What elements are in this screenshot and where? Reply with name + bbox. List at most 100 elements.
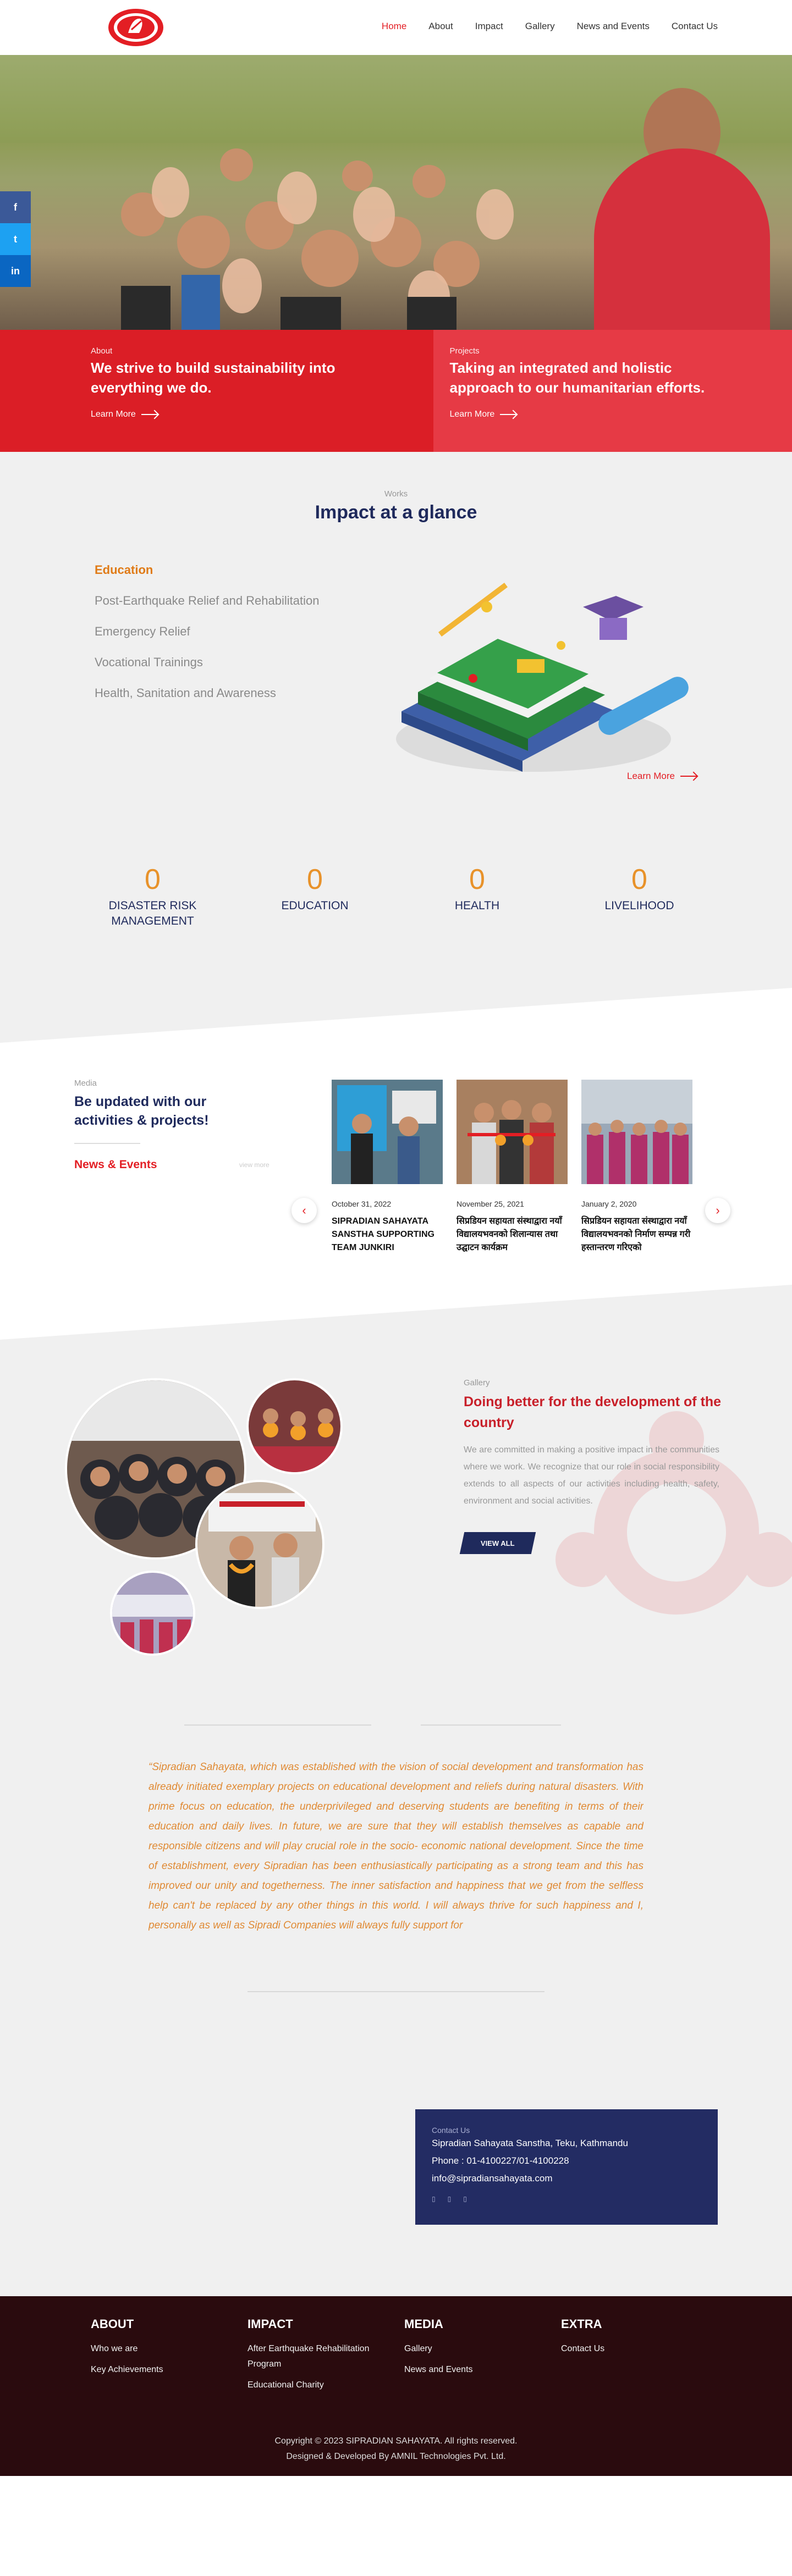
- footer-link[interactable]: Who we are: [91, 2341, 163, 2357]
- hero-man-shirt: [594, 148, 770, 330]
- impact-item-earthquake[interactable]: Post-Earthquake Relief and Rehabilitatio…: [95, 594, 319, 608]
- stat-caption: EDUCATION: [281, 899, 349, 912]
- impact-label: Works: [384, 489, 408, 499]
- gallery-section: Gallery Doing better for the development…: [0, 1340, 792, 1713]
- gallery-photo-4[interactable]: [110, 1571, 195, 1656]
- view-all-label: VIEW ALL: [481, 1539, 515, 1547]
- stat-caption: HEALTH: [454, 899, 500, 912]
- news-card-title: SIPRADIAN SAHAYATA SANSTHA SUPPORTING TE…: [332, 1217, 435, 1252]
- stat-caption: DISASTER RISK MANAGEMENT: [108, 899, 197, 927]
- divider: [421, 1724, 561, 1726]
- media-section: Media Be updated with our activities & p…: [0, 1043, 792, 1340]
- nav-impact[interactable]: Impact: [475, 21, 503, 32]
- about-card-label: About: [91, 346, 113, 356]
- education-illustration: [396, 583, 689, 772]
- gallery-photo-3[interactable]: [195, 1480, 324, 1609]
- news-card-title: सिप्रडियन सहायता संस्थाद्वारा नयाँ विद्य…: [581, 1217, 691, 1252]
- footer-link[interactable]: Educational Charity: [248, 2378, 374, 2393]
- nav-home[interactable]: Home: [382, 21, 406, 32]
- footer-heading: ABOUT: [91, 2317, 134, 2331]
- gallery-photo-2[interactable]: [246, 1378, 343, 1474]
- view-all-button[interactable]: VIEW ALL: [459, 1532, 536, 1554]
- footer-col-extra: EXTRA Contact Us: [561, 2317, 604, 2362]
- intro-cards: About We strive to build sustainability …: [0, 330, 792, 452]
- site-header: Home About Impact Gallery News and Event…: [0, 0, 792, 55]
- gallery-title: Doing better for the development of the …: [464, 1394, 722, 1430]
- impact-item-vocational[interactable]: Vocational Trainings: [95, 655, 319, 670]
- footer-link[interactable]: Key Achievements: [91, 2362, 163, 2378]
- news-card-image: [457, 1080, 568, 1184]
- projects-card-label: Projects: [449, 346, 480, 356]
- footer-link[interactable]: Gallery: [404, 2341, 473, 2357]
- chevron-right-icon[interactable]: ›: [705, 1198, 730, 1223]
- news-events-heading: News & Events: [74, 1158, 157, 1171]
- news-card-date: October 31, 2022: [332, 1199, 392, 1208]
- projects-card-title: Taking an integrated and holistic approa…: [449, 360, 705, 396]
- gallery-label: Gallery: [464, 1378, 490, 1387]
- about-card: About We strive to build sustainability …: [0, 330, 433, 452]
- contact-email[interactable]: info@sipradiansahayata.com: [432, 2170, 701, 2187]
- impact-item-education[interactable]: Education: [95, 563, 319, 577]
- impact-item-health[interactable]: Health, Sanitation and Awareness: [95, 686, 319, 700]
- gallery-text: We are committed in making a positive im…: [464, 1445, 719, 1506]
- footer-link[interactable]: News and Events: [404, 2362, 473, 2378]
- section-divider: [0, 988, 792, 1043]
- footer-col-media: MEDIA Gallery News and Events: [404, 2317, 473, 2383]
- footer-link[interactable]: After Earthquake Rehabilitation Program: [248, 2341, 374, 2372]
- news-card-date: January 2, 2020: [581, 1199, 637, 1208]
- impact-list: Education Post-Earthquake Relief and Reh…: [95, 563, 319, 717]
- linkedin-icon[interactable]: in: [0, 255, 31, 287]
- impact-item-emergency[interactable]: Emergency Relief: [95, 624, 319, 639]
- stats-row: 0 DISASTER RISK MANAGEMENT 0 EDUCATION 0…: [72, 864, 721, 929]
- impact-learn-more-link[interactable]: Learn More: [627, 771, 697, 782]
- footer-heading: MEDIA: [404, 2317, 443, 2331]
- developer-credit: Designed & Developed By AMNIL Technologi…: [286, 2452, 506, 2461]
- chevron-left-icon[interactable]: ‹: [292, 1198, 317, 1223]
- copyright-text: Copyright © 2023 SIPRADIAN SAHAYATA. All…: [274, 2436, 518, 2446]
- twitter-icon[interactable]: ▯: [448, 2195, 452, 2203]
- copyright: Copyright © 2023 SIPRADIAN SAHAYATA. All…: [0, 2434, 792, 2464]
- projects-learn-more-link[interactable]: Learn More: [450, 410, 792, 419]
- nav-gallery[interactable]: Gallery: [525, 21, 555, 32]
- impact-title: Impact at a glance: [315, 502, 477, 523]
- view-more-link[interactable]: view more: [239, 1161, 270, 1169]
- news-card[interactable]: January 2, 2020 सिप्रडियन सहायता संस्थाद…: [581, 1080, 692, 1254]
- arrow-right-icon: [141, 414, 158, 415]
- news-card[interactable]: October 31, 2022 SIPRADIAN SAHAYATA SANS…: [332, 1080, 443, 1254]
- contact-social-icons: ▯ ▯ ▯: [432, 2195, 701, 2203]
- arrow-right-icon: [500, 414, 517, 415]
- facebook-icon[interactable]: f: [0, 191, 31, 223]
- quote-text: “Sipradian Sahayata, which was establish…: [148, 1761, 644, 1931]
- media-label: Media: [74, 1079, 97, 1088]
- stat-health: 0 HEALTH: [396, 864, 558, 929]
- hero-children-photo: [121, 148, 514, 330]
- footer-heading: EXTRA: [561, 2317, 602, 2331]
- nav-about[interactable]: About: [428, 21, 453, 32]
- nav-contact[interactable]: Contact Us: [672, 21, 718, 32]
- news-card[interactable]: November 25, 2021 सिप्रडियन सहायता संस्थ…: [457, 1080, 568, 1254]
- news-card-image: [332, 1080, 443, 1184]
- contact-section: Contact Us Sipradian Sahayata Sanstha, T…: [0, 2109, 792, 2296]
- linkedin-icon[interactable]: ▯: [463, 2195, 467, 2203]
- divider: [184, 1724, 371, 1726]
- facebook-icon[interactable]: ▯: [432, 2195, 436, 2203]
- about-learn-more-link[interactable]: Learn More: [91, 410, 433, 419]
- main-nav: Home About Impact Gallery News and Event…: [382, 21, 718, 32]
- stat-value: 0: [145, 864, 161, 895]
- impact-section: Works Impact at a glance Education Post-…: [0, 452, 792, 1043]
- social-sidebar: f t in: [0, 191, 31, 287]
- footer-link[interactable]: Contact Us: [561, 2341, 604, 2357]
- nav-news-events[interactable]: News and Events: [577, 21, 650, 32]
- stat-value: 0: [631, 864, 647, 895]
- twitter-icon[interactable]: t: [0, 223, 31, 255]
- divider: [248, 1991, 544, 1992]
- footer-col-impact: IMPACT After Earthquake Rehabilitation P…: [248, 2317, 374, 2398]
- stat-disaster: 0 DISASTER RISK MANAGEMENT: [72, 864, 234, 929]
- news-card-image: [581, 1080, 692, 1184]
- logo[interactable]: [107, 7, 164, 48]
- learn-more-label: Learn More: [627, 771, 675, 781]
- news-card-title: सिप्रडियन सहायता संस्थाद्वारा नयाँ विद्य…: [457, 1217, 562, 1252]
- learn-more-label: Learn More: [449, 410, 495, 419]
- quote-section: “Sipradian Sahayata, which was establish…: [0, 1713, 792, 2109]
- stat-value: 0: [469, 864, 485, 895]
